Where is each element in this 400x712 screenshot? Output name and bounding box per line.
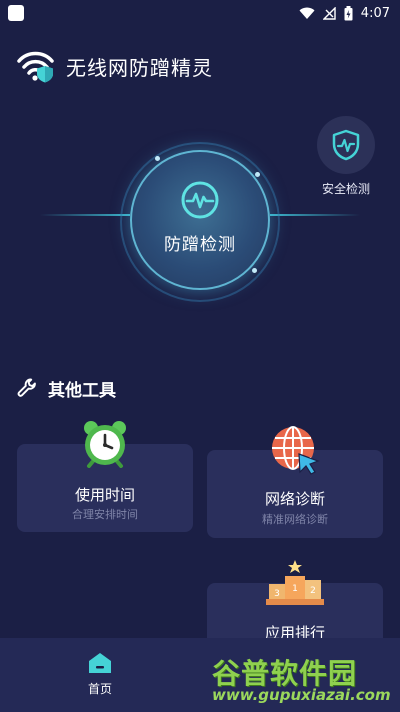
wrench-icon [17,378,36,397]
status-bar: 4:07 [0,0,400,26]
app-title: 无线网防蹭精灵 [66,55,213,80]
tools-section-header: 其他工具 [16,374,116,402]
scan-label: 防蹭检测 [164,234,236,255]
status-time: 4:07 [360,5,390,21]
nav-home[interactable]: 首页 [78,652,122,697]
globe-cursor-icon [272,426,320,475]
watermark: 谷普软件园 www.gupuxiazai.com [212,652,398,710]
tool-subtitle: 合理安排时间 [72,508,138,521]
tool-title: 使用时间 [74,486,135,504]
app-header: 无线网防蹭精灵 [16,46,213,86]
svg-text:3: 3 [274,589,280,599]
tool-title: 网络诊断 [264,490,325,508]
tool-card-network-diagnosis[interactable]: 网络诊断 精准网络诊断 [207,426,383,538]
svg-text:2: 2 [310,586,316,596]
wifi-signal-icon [299,7,315,19]
notification-icon [8,5,24,21]
nav-home-label: 首页 [87,682,112,696]
scan-line-right [270,214,360,216]
tool-subtitle: 精准网络诊断 [262,513,328,526]
anti-leech-scan-button[interactable]: 防蹭检测 [130,150,270,290]
orbit-dot [255,172,260,177]
watermark-url: www.gupuxiazai.com [212,686,391,704]
wifi-shield-logo-icon [17,51,54,83]
status-icons: 4:07 [299,5,390,21]
scan-line-left [40,214,130,216]
svg-text:1: 1 [292,584,298,594]
podium-icon: 1 3 2 [266,560,324,605]
battery-icon [344,5,353,20]
home-icon [89,653,111,673]
alarm-clock-icon [84,421,126,468]
cell-signal-icon [322,6,336,20]
pulse-icon [181,181,219,218]
tool-card-usage-time[interactable]: 使用时间 合理安排时间 [17,421,193,532]
orbit-dot [155,156,160,161]
tools-section-title: 其他工具 [48,380,116,401]
scanner-area: 防蹭检测 [0,130,400,302]
orbit-dot [252,268,257,273]
